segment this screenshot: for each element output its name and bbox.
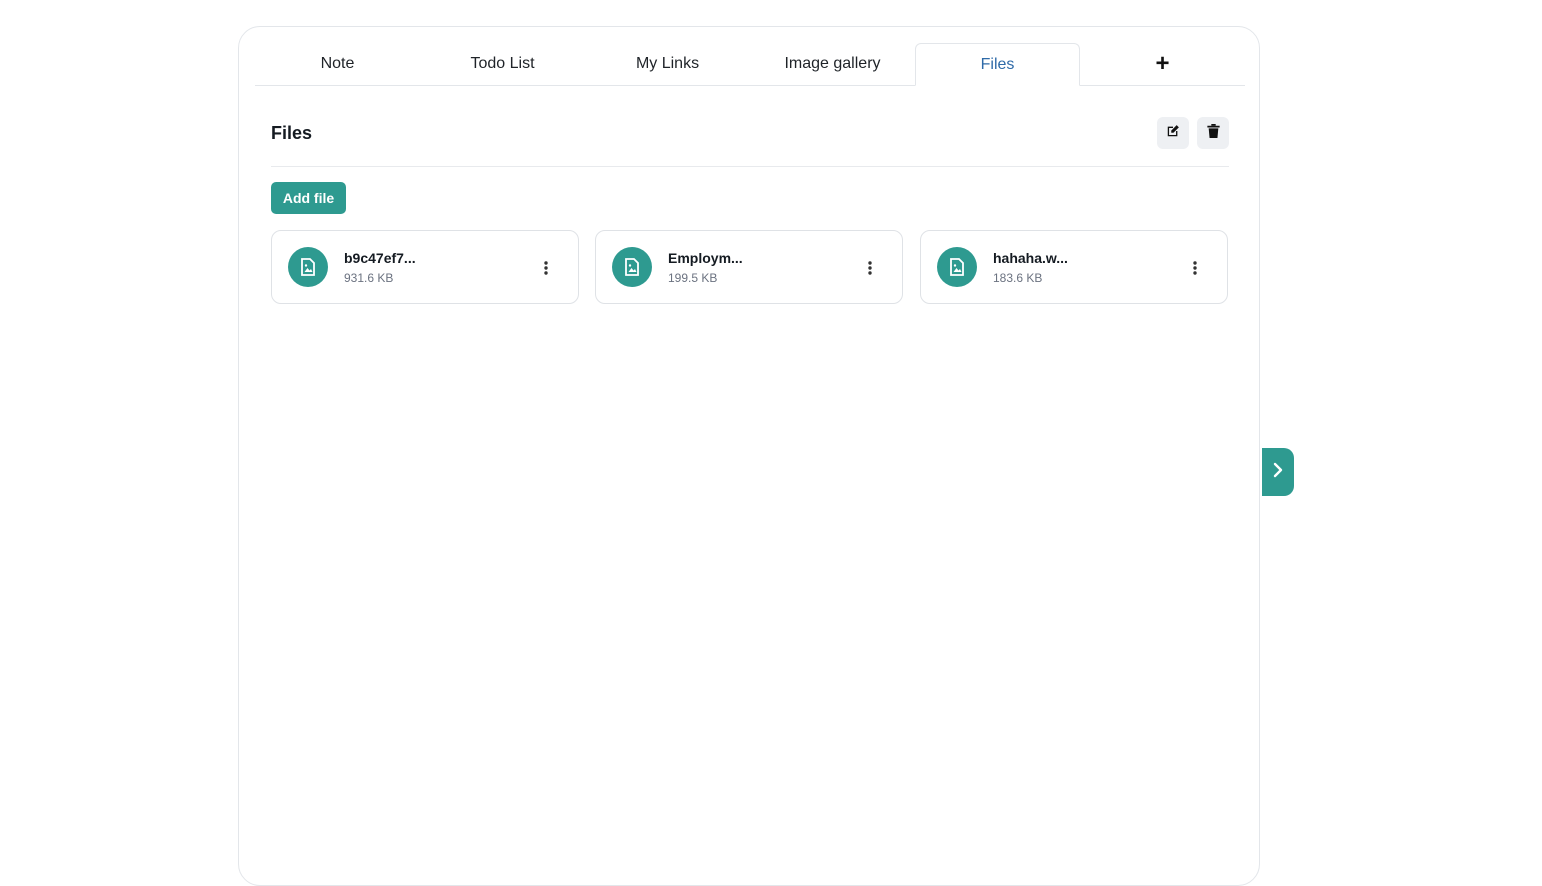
tab-bar: Note Todo List My Links Image gallery Fi… <box>255 43 1245 86</box>
file-size: 199.5 KB <box>668 271 718 285</box>
image-file-icon <box>288 247 328 287</box>
add-tab-button[interactable]: + <box>1080 43 1245 85</box>
edit-icon <box>1166 124 1180 143</box>
sidebar-toggle-button[interactable] <box>1262 448 1294 496</box>
file-card[interactable]: Employm... 199.5 KB <box>595 230 903 304</box>
file-name: Employm... <box>668 250 743 266</box>
section-title: Files <box>271 123 313 143</box>
section-header: Files <box>271 116 1229 167</box>
delete-button[interactable] <box>1197 117 1229 149</box>
chevron-right-icon <box>1273 462 1283 483</box>
tab-note[interactable]: Note <box>255 43 420 85</box>
more-options-icon[interactable] <box>1183 256 1207 280</box>
trash-icon <box>1206 123 1220 143</box>
tab-todo-list[interactable]: Todo List <box>420 43 585 85</box>
image-file-icon <box>937 247 977 287</box>
file-size: 931.6 KB <box>344 271 394 285</box>
more-options-icon[interactable] <box>858 256 882 280</box>
edit-button[interactable] <box>1157 117 1189 149</box>
tab-image-gallery[interactable]: Image gallery <box>750 43 915 85</box>
more-options-icon[interactable] <box>534 256 558 280</box>
tab-my-links[interactable]: My Links <box>585 43 750 85</box>
tab-files[interactable]: Files <box>915 43 1080 86</box>
file-card[interactable]: b9c47ef7... 931.6 KB <box>271 230 579 304</box>
image-file-icon <box>612 247 652 287</box>
file-size: 183.6 KB <box>993 271 1043 285</box>
file-name: b9c47ef7... <box>344 250 416 266</box>
file-card[interactable]: hahaha.w... 183.6 KB <box>920 230 1228 304</box>
add-file-button[interactable]: Add file <box>271 182 346 214</box>
widget-panel: Note Todo List My Links Image gallery Fi… <box>238 26 1260 886</box>
file-name: hahaha.w... <box>993 250 1068 266</box>
